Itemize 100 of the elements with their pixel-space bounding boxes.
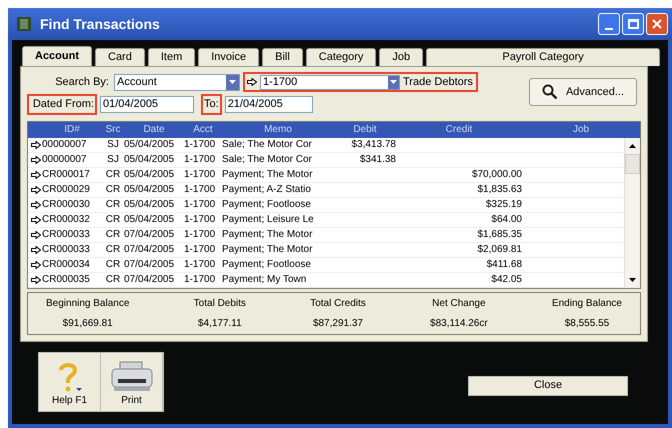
table-cell: 00000007 [42,139,86,150]
table-cell: 1-1700 [184,184,216,195]
table-cell: CR [106,244,120,255]
table-cell: SJ [107,154,119,165]
table-cell: 1-1700 [184,199,216,210]
column-header: Date [142,123,166,137]
print-button[interactable]: Print [101,352,163,410]
search-icon [542,84,558,100]
total-label: Total Debits [194,296,246,310]
app-icon [16,16,32,32]
table-cell: 1-1700 [184,154,216,165]
table-cell: $411.68 [486,259,522,270]
table-cell: 1-1700 [184,274,216,285]
scroll-up-icon[interactable] [629,144,636,148]
column-header: ID# [63,123,81,137]
table-cell: 1-1700 [184,169,216,180]
maximize-button[interactable] [622,13,644,35]
table-cell: 1-1700 [184,259,216,270]
table-cell: 05/04/2005 [124,199,174,210]
table-cell: 05/04/2005 [124,184,174,195]
tab[interactable]: Invoice [198,48,260,66]
column-header: Memo [263,123,293,137]
total-label: Net Change [432,296,486,310]
close-icon[interactable] [646,13,668,35]
column-header: Job [572,123,590,137]
table-cell: Payment; Footloose [222,199,311,210]
column-header: Debit [352,123,378,137]
table-cell: $3,413.78 [352,139,396,150]
scroll-down-icon[interactable] [629,278,636,282]
table-cell: $64.00 [491,214,522,225]
table-cell: CR000029 [42,184,90,195]
table-cell: CR [106,229,120,240]
search-type-dropdown[interactable]: Account [114,74,240,90]
table-cell: CR [106,274,120,285]
table-cell: Payment; The Motor [222,169,312,180]
arrow-icon [247,78,257,86]
table-cell: $2,069.81 [478,244,522,255]
caret-icon [390,80,397,84]
table-cell: CR000017 [42,169,90,180]
minimize-button[interactable] [598,13,620,35]
total-label: Total Credits [310,296,366,310]
printer-icon [110,360,154,392]
table-cell: 05/04/2005 [124,214,174,225]
table-cell: $341.38 [360,154,396,165]
total-value: $83,114.26cr [430,316,488,330]
help-button[interactable]: Help F1 [39,352,101,410]
column-header: Credit [444,123,474,137]
tab[interactable]: Card [95,48,145,66]
column-header: Acct [192,123,214,137]
date-to-field[interactable]: 21/04/2005 [224,96,313,113]
table-cell: CR [106,184,120,195]
total-label: Ending Balance [552,296,622,310]
table-cell: 1-1700 [184,229,216,240]
total-value: $8,555.55 [564,316,610,330]
to-label: To: [201,94,222,114]
tab[interactable]: Bill [262,48,303,66]
table-cell: $42.05 [491,274,522,285]
column-header: Src [104,123,122,137]
tab[interactable]: Payroll Category [426,48,660,66]
account-number-combo[interactable]: 1-1700 [260,74,400,90]
table-cell: CR000033 [42,229,90,240]
total-value: $91,669.81 [62,316,113,330]
table-cell: Payment; A-Z Statio [222,184,311,195]
table-cell: CR000032 [42,214,90,225]
table-cell: $1,685.35 [478,229,522,240]
scroll-thumb[interactable] [625,154,640,174]
total-value: $87,291.37 [312,316,363,330]
table-cell: CR [106,169,120,180]
table-cell: Payment; The Motor [222,229,312,240]
total-value: $4,177.11 [198,316,242,330]
search-by-label: Search By: [54,74,110,90]
table-cell: 00000007 [42,154,86,165]
table-cell: Sale; The Motor Cor [222,139,312,150]
caret-icon [229,80,236,84]
dated-from-label: Dated From: [27,94,97,114]
table-cell: 1-1700 [184,139,216,150]
table-cell: 07/04/2005 [124,259,174,270]
table-cell: 07/04/2005 [124,229,174,240]
table-cell: CR000033 [42,244,90,255]
table-cell: $325.19 [486,199,522,210]
tab[interactable]: Category [306,48,376,66]
table-cell: SJ [107,139,119,150]
close-button[interactable]: Close [468,376,628,396]
table-cell: Payment; Leisure Le [222,214,314,225]
table-cell: CR000030 [42,199,90,210]
table-cell: $70,000.00 [472,169,522,180]
advanced-button[interactable]: Advanced... [529,78,637,106]
table-cell: Payment; Footloose [222,259,311,270]
window-title: Find Transactions [40,14,160,34]
table-cell: CR000034 [42,259,90,270]
table-cell: 1-1700 [184,214,216,225]
tab[interactable]: Job [379,48,424,66]
help-icon [56,360,82,392]
table-cell: Payment; My Town [222,274,306,285]
tab[interactable]: Account [22,46,92,66]
table-cell: CR [106,199,120,210]
tab[interactable]: Item [148,48,196,66]
table-cell: CR000035 [42,274,90,285]
total-label: Beginning Balance [46,296,130,310]
date-from-field[interactable]: 01/04/2005 [100,96,194,113]
